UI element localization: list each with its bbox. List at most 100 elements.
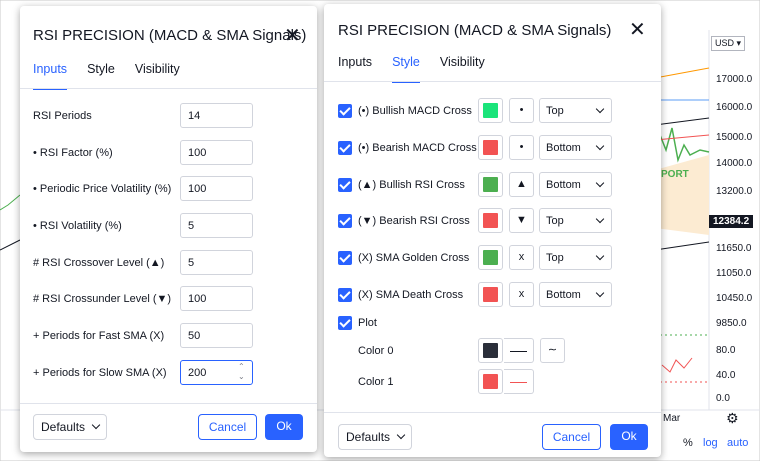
currency-selector[interactable]: USD ▾ (711, 36, 746, 51)
chevron-down-icon (595, 104, 605, 114)
color-swatch[interactable] (478, 135, 503, 160)
color-swatch[interactable] (478, 282, 503, 307)
location-select[interactable]: Bottom (539, 282, 612, 307)
swatch-fill (483, 177, 498, 192)
color0-label: Color 0 (358, 345, 394, 357)
location-select[interactable]: Bottom (539, 135, 612, 160)
plot-type-icon[interactable]: ∼ (540, 338, 565, 363)
close-icon[interactable]: ✕ (284, 26, 301, 46)
chart-annotation: PORT (661, 169, 689, 180)
shape-selector[interactable]: ▼ (509, 208, 534, 233)
shape-selector[interactable]: x (509, 245, 534, 270)
defaults-label: Defaults (41, 420, 86, 434)
plot-label: Plot (358, 317, 377, 329)
shape-selector[interactable]: • (509, 98, 534, 123)
rsi-volatility-input[interactable]: 5 (180, 213, 253, 238)
chevron-down-icon (595, 178, 605, 188)
tab-visibility[interactable]: Visibility (135, 62, 180, 90)
tab-style[interactable]: Style (392, 55, 420, 83)
price-label: 13200.0 (716, 186, 753, 197)
input-label: RSI Periods (33, 110, 92, 122)
stepper-icon[interactable]: ⌃ ⌄ (238, 362, 245, 382)
tab-inputs[interactable]: Inputs (338, 55, 372, 83)
tab-visibility[interactable]: Visibility (440, 55, 485, 83)
input-label: + Periods for Slow SMA (X) (33, 367, 167, 379)
color-swatch[interactable] (478, 172, 503, 197)
price-label: 17000.0 (716, 74, 753, 85)
input-label: • RSI Volatility (%) (33, 220, 122, 232)
row-label: (•) Bearish MACD Cross (358, 142, 477, 154)
row-checkbox[interactable] (338, 214, 352, 228)
location-value: Top (546, 105, 564, 117)
row-label: (▼) Bearish RSI Cross (358, 215, 470, 227)
style-dialog: RSI PRECISION (MACD & SMA Signals) ✕ Inp… (324, 4, 661, 457)
plot-checkbox[interactable] (338, 316, 352, 330)
shape-selector[interactable]: • (509, 135, 534, 160)
crossover-level-input[interactable]: 5 (180, 250, 253, 275)
swatch-fill (483, 140, 498, 155)
ok-button[interactable]: Ok (610, 424, 648, 450)
chevron-down-icon (595, 288, 605, 298)
osc-label: 0.0 (716, 393, 730, 404)
close-icon[interactable]: ✕ (629, 20, 646, 40)
swatch-fill (483, 250, 498, 265)
price-label: 16000.0 (716, 102, 753, 113)
cancel-button[interactable]: Cancel (198, 414, 257, 440)
log-toggle[interactable]: log (703, 437, 718, 449)
color-swatch[interactable] (478, 208, 503, 233)
swatch-fill (483, 103, 498, 118)
row-checkbox[interactable] (338, 178, 352, 192)
color-swatch[interactable] (478, 98, 503, 123)
tab-inputs[interactable]: Inputs (33, 62, 68, 90)
price-label: 11050.0 (716, 268, 752, 279)
shape-selector[interactable]: x (509, 282, 534, 307)
input-label: # RSI Crossover Level (▲) (33, 257, 165, 269)
price-label: 11650.0 (716, 243, 752, 254)
location-value: Bottom (546, 179, 581, 191)
rsi-periods-input[interactable]: 14 (180, 103, 253, 128)
rsi-factor-input[interactable]: 100 (180, 140, 253, 165)
fast-sma-input[interactable]: 50 (180, 323, 253, 348)
cancel-button[interactable]: Cancel (542, 424, 601, 450)
chevron-down-icon (595, 251, 605, 261)
input-label: • RSI Factor (%) (33, 147, 113, 159)
currency-label: USD (715, 38, 735, 48)
price-label: 9850.0 (716, 318, 747, 329)
defaults-label: Defaults (346, 430, 391, 444)
price-volatility-input[interactable]: 100 (180, 176, 253, 201)
row-checkbox[interactable] (338, 288, 352, 302)
auto-toggle[interactable]: auto (727, 437, 748, 449)
input-label: • Periodic Price Volatility (%) (33, 183, 172, 195)
tab-bar: Inputs Style Visibility (33, 62, 180, 90)
row-checkbox[interactable] (338, 251, 352, 265)
location-select[interactable]: Top (539, 98, 612, 123)
gear-icon[interactable]: ⚙ (726, 410, 739, 427)
color0-fill (483, 343, 498, 358)
dialog-title: RSI PRECISION (MACD & SMA Signals) (338, 22, 612, 39)
location-select[interactable]: Top (539, 245, 612, 270)
input-label: + Periods for Fast SMA (X) (33, 330, 165, 342)
location-value: Top (546, 215, 564, 227)
current-price-tag: 12384.2 (709, 215, 754, 228)
line-style-1[interactable] (504, 369, 534, 394)
color1-swatch[interactable] (478, 369, 503, 394)
row-label: (▲) Bullish RSI Cross (358, 179, 465, 191)
crossunder-level-input[interactable]: 100 (180, 286, 253, 311)
color1-label: Color 1 (358, 376, 394, 388)
shape-selector[interactable]: ▲ (509, 172, 534, 197)
location-select[interactable]: Top (539, 208, 612, 233)
line-style-0[interactable] (504, 338, 534, 363)
percent-toggle[interactable]: % (683, 437, 693, 449)
row-label: (X) SMA Golden Cross (358, 252, 470, 264)
chevron-down-icon (595, 141, 605, 151)
tab-bar: Inputs Style Visibility (338, 55, 485, 83)
ok-button[interactable]: Ok (265, 414, 303, 440)
color-swatch[interactable] (478, 245, 503, 270)
time-label: Mar (663, 413, 681, 424)
location-select[interactable]: Bottom (539, 172, 612, 197)
row-label: (X) SMA Death Cross (358, 289, 464, 301)
color0-swatch[interactable] (478, 338, 503, 363)
row-checkbox[interactable] (338, 141, 352, 155)
tab-style[interactable]: Style (87, 62, 115, 90)
row-checkbox[interactable] (338, 104, 352, 118)
